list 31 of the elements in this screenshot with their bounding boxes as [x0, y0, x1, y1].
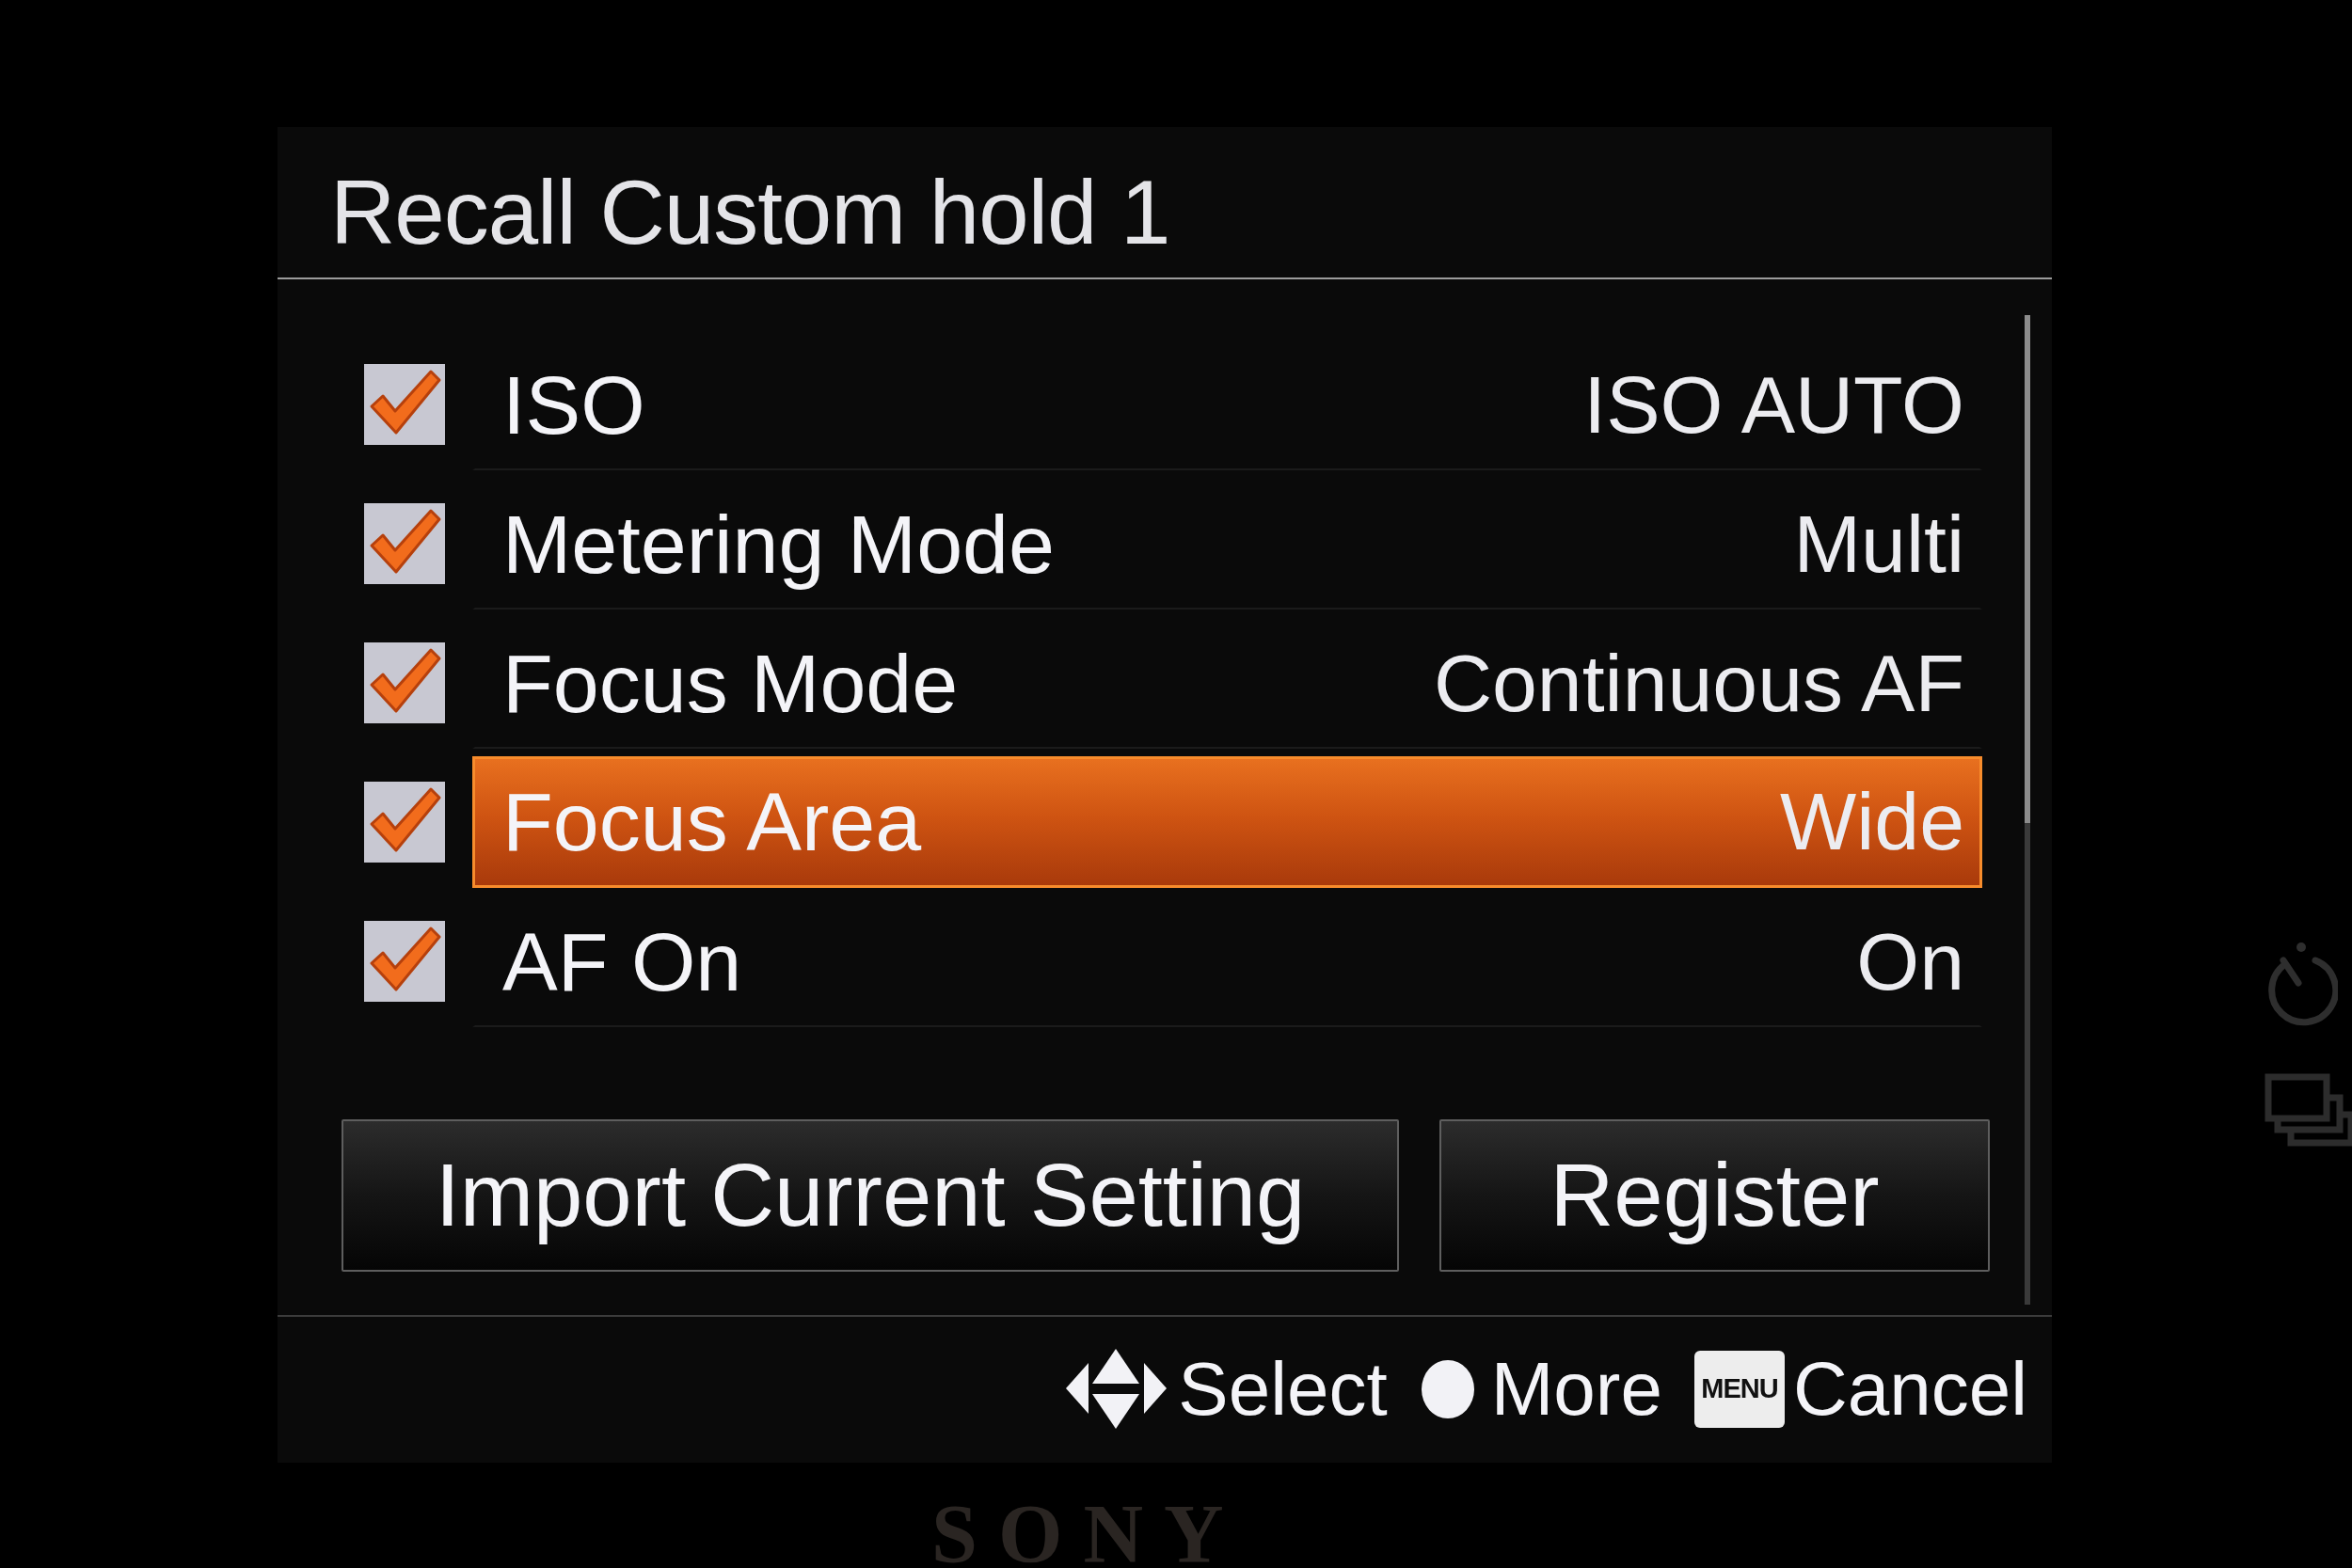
four-way-arrows-icon: [1066, 1349, 1168, 1429]
setting-value: ISO AUTO: [1583, 357, 1964, 451]
action-button[interactable]: Import Current Setting: [342, 1119, 1399, 1272]
checkbox[interactable]: [364, 782, 445, 863]
setting-value: Continuous AF: [1433, 636, 1964, 730]
filled-circle-icon: [1421, 1359, 1474, 1418]
screen-title: Recall Custom hold 1: [330, 160, 1170, 264]
setting-label: ISO: [502, 356, 645, 453]
checkbox[interactable]: [364, 921, 445, 1002]
menu-key: MENU: [1693, 1350, 1785, 1428]
setting-label: Metering Mode: [502, 496, 1055, 593]
action-button[interactable]: Register: [1439, 1119, 1990, 1272]
setting-value: On: [1856, 914, 1964, 1008]
scrollbar-thumb[interactable]: [2025, 315, 2030, 823]
checkbox[interactable]: [364, 364, 445, 445]
setting-value: Wide: [1780, 775, 1964, 869]
setting-row[interactable]: ISO ISO AUTO: [472, 339, 1982, 470]
checkbox[interactable]: [364, 503, 445, 584]
setting-label: Focus Mode: [502, 635, 959, 732]
setting-value: Multi: [1793, 497, 1964, 591]
setting-row[interactable]: Focus Mode Continuous AF: [472, 617, 1982, 749]
setting-row[interactable]: Metering Mode Multi: [472, 478, 1982, 610]
setting-label: AF On: [502, 913, 742, 1010]
setting-label: Focus Area: [502, 774, 922, 870]
hint-label: More: [1490, 1345, 1662, 1433]
checkbox[interactable]: [364, 642, 445, 723]
setting-row[interactable]: Focus Area Wide: [472, 756, 1982, 888]
stacked-frames-icon: [2265, 1073, 2352, 1147]
hint-label: Cancel: [1792, 1345, 2027, 1433]
hint-label: Select: [1178, 1345, 1388, 1433]
setting-row[interactable]: AF On On: [472, 895, 1982, 1027]
